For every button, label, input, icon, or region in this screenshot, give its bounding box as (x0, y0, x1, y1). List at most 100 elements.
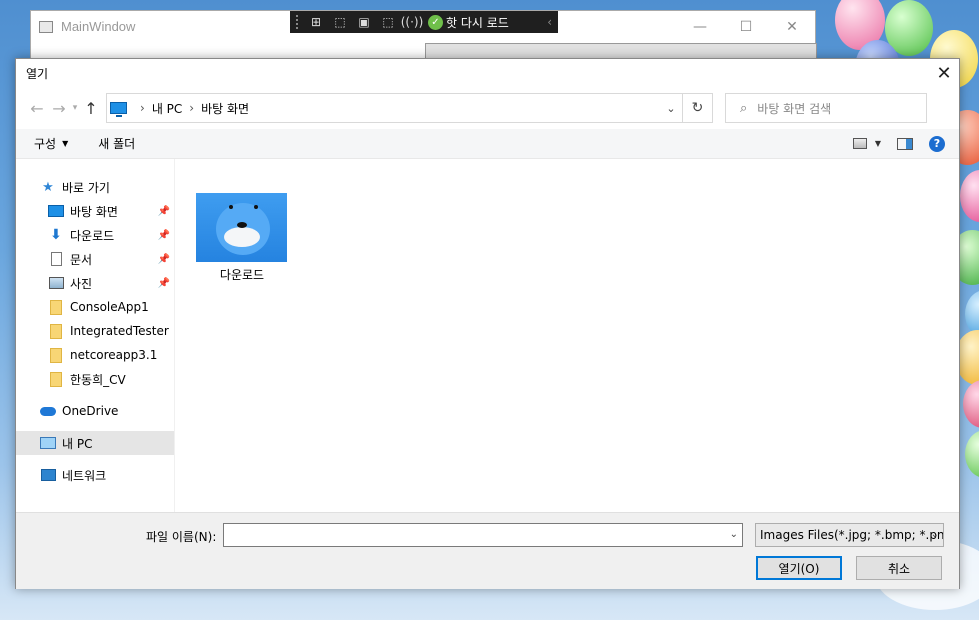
file-list: 다운로드 (175, 159, 959, 512)
sidebar-item-quick-access[interactable]: ★ 바로 가기 (16, 175, 174, 199)
live-visual-tree-icon[interactable]: ⊞ (308, 14, 324, 30)
command-bar: 구성 ▼ 새 폴더 ▼ ? (16, 129, 959, 159)
computer-icon (40, 436, 56, 450)
chevron-down-icon: ▼ (62, 139, 69, 148)
open-button[interactable]: 열기(O) (756, 556, 842, 580)
change-view-button[interactable]: ▼ (852, 138, 881, 149)
filename-input[interactable]: ⌄ (223, 523, 743, 547)
pin-icon: 📌 (157, 277, 170, 289)
download-icon: ⬇ (50, 227, 62, 243)
dialog-title: 열기 (26, 66, 49, 81)
pictures-icon (48, 276, 64, 290)
up-arrow-icon[interactable]: ↑ (80, 97, 102, 119)
sidebar-item-folder[interactable]: IntegratedTester (16, 319, 174, 343)
folder-icon (48, 347, 64, 363)
chevron-down-icon: ⌄ (930, 529, 939, 540)
sidebar-item-pictures[interactable]: 사진 📌 (16, 271, 174, 295)
file-name: 다운로드 (219, 268, 265, 282)
new-folder-button[interactable]: 새 폴더 (98, 135, 135, 152)
network-icon (40, 468, 56, 482)
main-window-control (425, 43, 817, 59)
preview-pane-icon[interactable] (897, 137, 913, 150)
sidebar-item-downloads[interactable]: ⬇ 다운로드 📌 (16, 223, 174, 247)
search-icon: ⌕ (740, 100, 748, 116)
search-placeholder: 바탕 화면 검색 (757, 101, 832, 116)
dialog-titlebar: 열기 ✕ (16, 59, 959, 87)
breadcrumb-desktop[interactable]: 바탕 화면 (201, 100, 249, 117)
pin-icon: 📌 (157, 253, 170, 265)
breadcrumb-separator-icon[interactable]: › (189, 101, 194, 115)
sidebar-item-label: netcoreapp3.1 (70, 348, 158, 362)
search-box[interactable]: ⌕ 바탕 화면 검색 (725, 93, 927, 123)
sidebar-item-this-pc[interactable]: 내 PC (16, 431, 174, 455)
address-bar[interactable]: › 내 PC › 바탕 화면 ⌄ (106, 93, 683, 123)
sidebar-item-folder[interactable]: netcoreapp3.1 (16, 343, 174, 367)
navigation-pane: ★ 바로 가기 바탕 화면 📌 ⬇ 다운로드 📌 문서 📌 사진 � (16, 159, 175, 512)
dialog-body: ★ 바로 가기 바탕 화면 📌 ⬇ 다운로드 📌 문서 📌 사진 � (16, 159, 959, 512)
close-icon[interactable]: ✕ (769, 11, 815, 42)
dialog-footer: 파일 이름(N): ⌄ Images Files(*.jpg; *.bmp; *… (16, 512, 959, 589)
display-adorners-icon[interactable]: ▣ (356, 14, 372, 30)
refresh-icon[interactable]: ↻ (683, 93, 713, 123)
help-icon[interactable]: ? (929, 135, 945, 152)
sidebar-item-label: 한동희_CV (70, 372, 126, 387)
cancel-button[interactable]: 취소 (856, 556, 942, 580)
open-file-dialog: 열기 ✕ ← → ▾ ↑ › 내 PC › 바탕 화면 ⌄ ↻ ⌕ 바탕 화면 … (15, 58, 960, 589)
pin-icon: 📌 (157, 205, 170, 217)
image-thumbnail (196, 193, 287, 262)
pin-icon: 📌 (157, 229, 170, 241)
sidebar-item-label: 바로 가기 (62, 180, 110, 195)
sidebar-item-label: IntegratedTester (70, 324, 169, 338)
sidebar-item-folder[interactable]: 한동희_CV (16, 367, 174, 391)
address-dropdown-icon[interactable]: ⌄ (660, 102, 682, 115)
breadcrumb-separator-icon[interactable]: › (140, 101, 145, 115)
chevron-down-icon[interactable]: ⌄ (730, 529, 738, 540)
track-focus-icon[interactable]: ⬚ (380, 14, 396, 30)
toolbar-grip[interactable] (296, 15, 300, 29)
organize-menu[interactable]: 구성 ▼ (34, 135, 68, 152)
hot-reload-label: 핫 다시 로드 (446, 15, 509, 30)
file-item[interactable]: 다운로드 (196, 193, 288, 283)
sidebar-item-label: 문서 (70, 252, 93, 267)
organize-label: 구성 (34, 137, 57, 151)
folder-icon (48, 299, 64, 315)
hot-reload-indicator[interactable]: ✓ 핫 다시 로드 (428, 14, 509, 31)
collapse-chevron-icon[interactable]: ‹ (547, 15, 552, 29)
sidebar-item-onedrive[interactable]: OneDrive (16, 399, 174, 423)
filename-label: 파일 이름(N): (146, 530, 217, 544)
maximize-icon[interactable]: ☐ (723, 11, 769, 42)
sidebar-item-network[interactable]: 네트워크 (16, 463, 174, 487)
navigation-bar: ← → ▾ ↑ › 내 PC › 바탕 화면 ⌄ ↻ ⌕ 바탕 화면 검색 (16, 87, 959, 129)
sidebar-item-label: OneDrive (62, 404, 119, 418)
this-pc-icon (110, 102, 127, 117)
desktop-icon (48, 204, 64, 218)
sidebar-item-label: 다운로드 (70, 228, 115, 243)
sidebar-item-label: ConsoleApp1 (70, 300, 149, 314)
file-type-select[interactable]: Images Files(*.jpg; *.bmp; *.png) ⌄ (755, 523, 944, 547)
sidebar-item-folder[interactable]: ConsoleApp1 (16, 295, 174, 319)
recent-locations-dropdown-icon[interactable]: ▾ (70, 103, 80, 113)
sidebar-item-label: 네트워크 (62, 468, 107, 483)
breadcrumb-this-pc[interactable]: 내 PC (152, 100, 182, 117)
onedrive-cloud-icon (40, 404, 56, 418)
chevron-down-icon: ▼ (874, 139, 881, 148)
check-icon: ✓ (428, 14, 443, 30)
xaml-debug-toolbar: ⊞ ⬚ ▣ ⬚ ((·)) ✓ 핫 다시 로드 ‹ (290, 11, 558, 33)
app-icon (39, 20, 53, 33)
sidebar-item-documents[interactable]: 문서 📌 (16, 247, 174, 271)
forward-arrow-icon[interactable]: → (48, 97, 70, 119)
folder-icon (48, 323, 64, 339)
file-type-value: Images Files(*.jpg; *.bmp; *.png) (760, 528, 944, 542)
view-icon (852, 138, 867, 149)
document-icon (48, 252, 64, 266)
sidebar-item-desktop[interactable]: 바탕 화면 📌 (16, 199, 174, 223)
sidebar-item-label: 바탕 화면 (70, 204, 118, 219)
star-icon: ★ (42, 179, 54, 195)
minimize-icon[interactable]: — (677, 11, 723, 42)
dialog-close-icon[interactable]: ✕ (929, 59, 959, 87)
back-arrow-icon[interactable]: ← (26, 97, 48, 119)
sidebar-item-label: 사진 (70, 276, 93, 291)
select-element-icon[interactable]: ⬚ (332, 14, 348, 30)
accessibility-icon[interactable]: ((·)) (401, 14, 424, 30)
sidebar-item-label: 내 PC (62, 436, 93, 451)
